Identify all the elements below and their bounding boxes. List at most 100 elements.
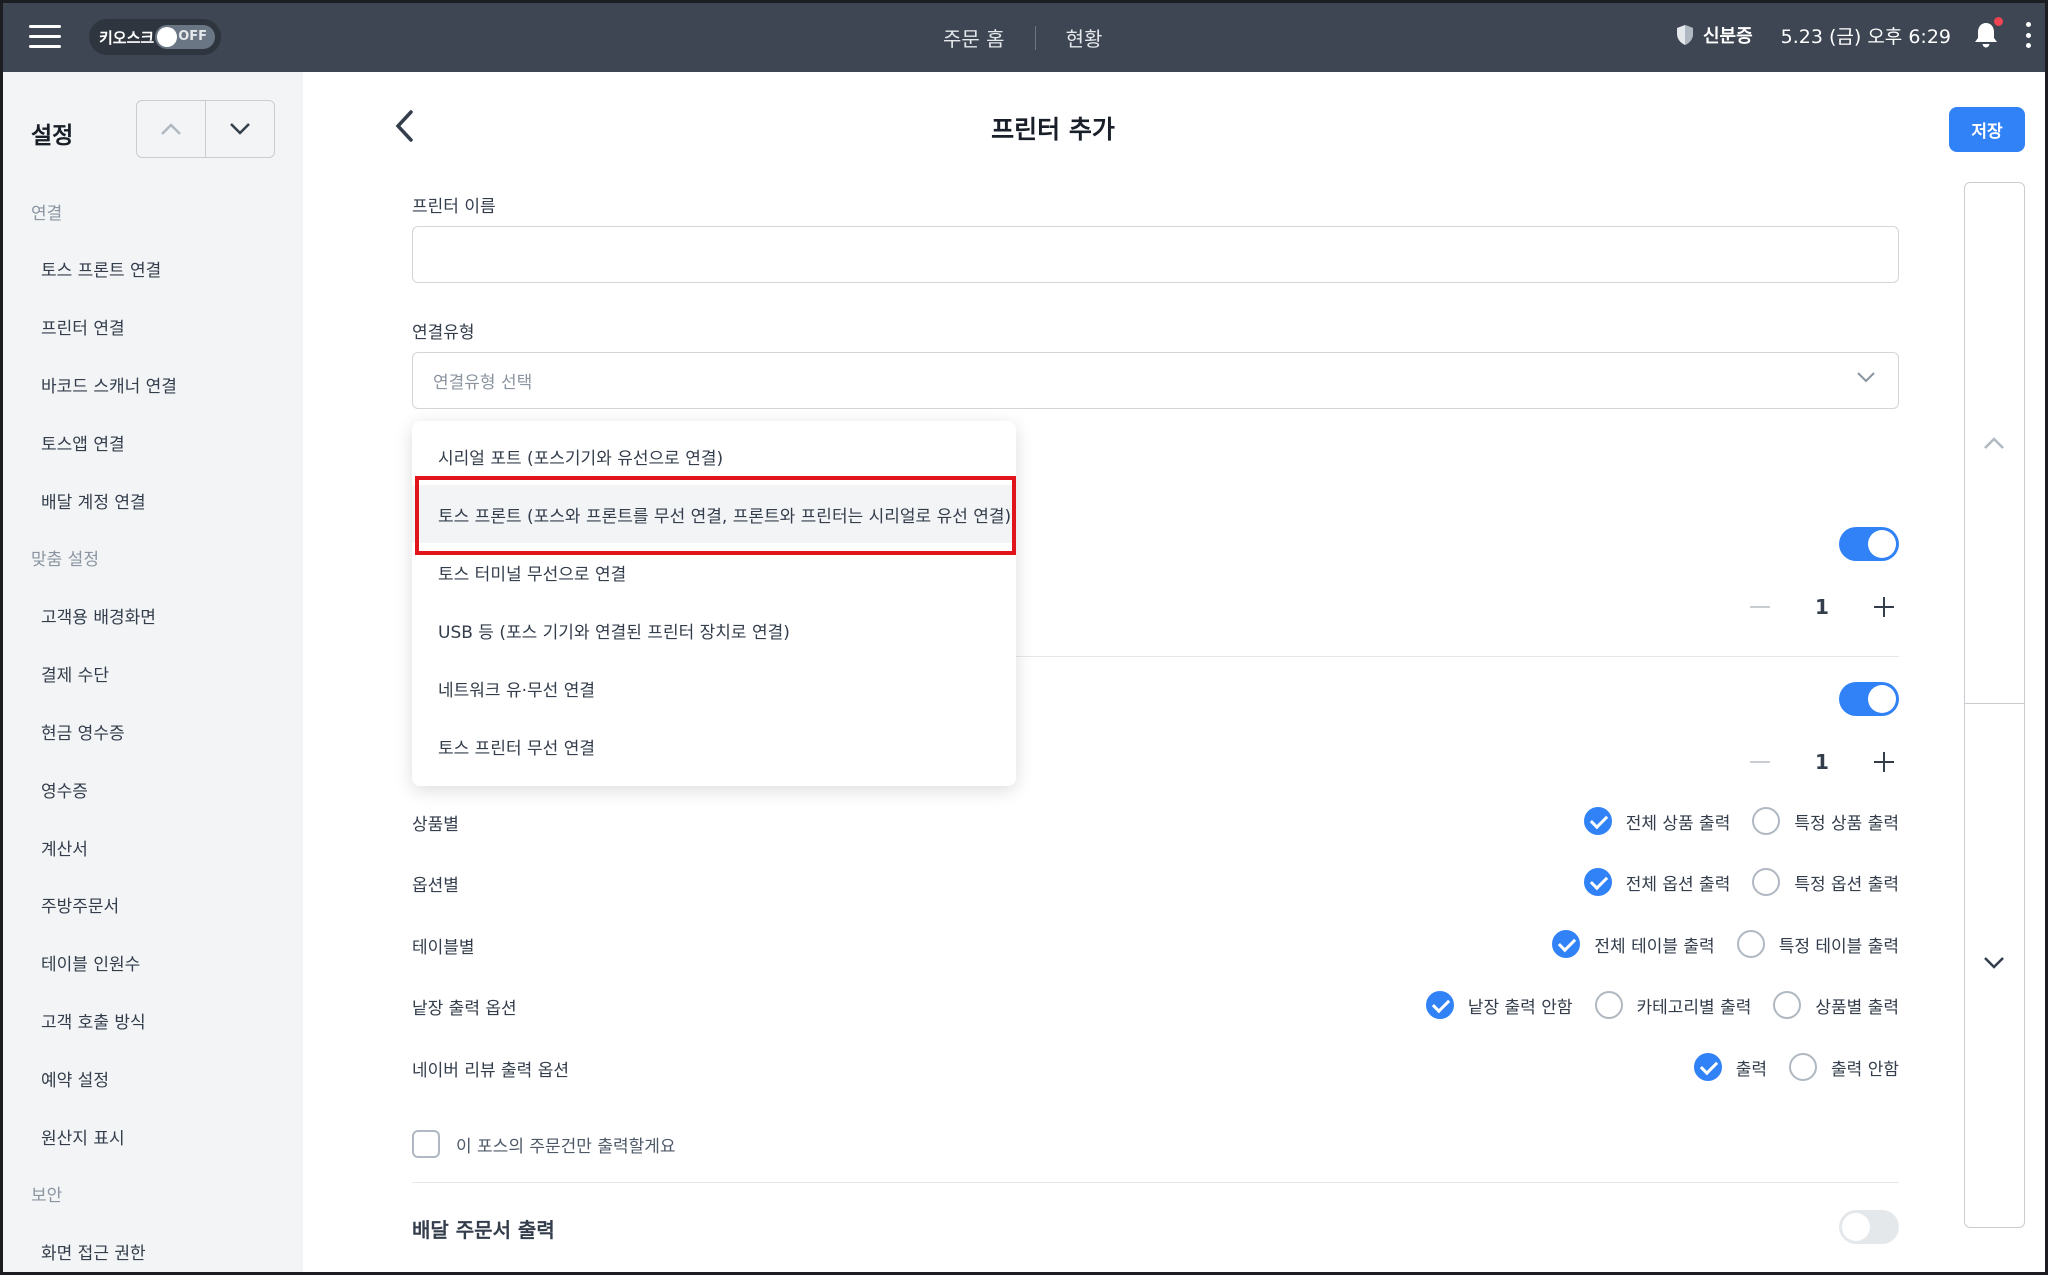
- dropdown-option-toss-front[interactable]: 토스 프론트 (포스와 프론트를 무선 연결, 프론트와 프린터는 시리얼로 유…: [412, 485, 1016, 543]
- radio-all-options[interactable]: 전체 옵션 출력: [1583, 868, 1730, 896]
- more-options-icon[interactable]: [2025, 22, 2031, 48]
- option-label: 낱장 출력 옵션: [412, 999, 517, 1019]
- sidebar-item-table-party-size[interactable]: 테이블 인원수: [3, 934, 303, 992]
- sidebar-item-invoice[interactable]: 계산서: [3, 818, 303, 876]
- notification-badge: [1994, 17, 2003, 26]
- kiosk-switch[interactable]: OFF: [155, 25, 215, 49]
- nav-divider: [1034, 25, 1036, 50]
- scroll-up-button[interactable]: [1983, 435, 2005, 454]
- nav-order-home[interactable]: 주문 홈: [943, 23, 1005, 52]
- datetime: 5.23 (금) 오후 6:29: [1780, 25, 1951, 48]
- radio-label: 특정 테이블 출력: [1778, 936, 1899, 957]
- kiosk-toggle-pill[interactable]: 키오스크 OFF: [89, 19, 221, 55]
- toggle-1[interactable]: [1839, 527, 1899, 561]
- radio-checked-icon: [1552, 930, 1581, 958]
- sidebar-up-button[interactable]: [137, 101, 206, 157]
- option-row-option: 옵션별 전체 옵션 출력 특정 옵션 출력: [412, 865, 1899, 899]
- connection-type-dropdown: 시리얼 포트 (포스기기와 유선으로 연결) 토스 프론트 (포스와 프론트를 …: [412, 421, 1016, 786]
- radio-by-category[interactable]: 카테고리별 출력: [1594, 991, 1751, 1019]
- radio-checked-icon: [1583, 868, 1612, 896]
- option-row-naver-review: 네이버 리뷰 출력 옵션 출력 출력 안함: [412, 1050, 1899, 1084]
- scroll-panel-divider: [1965, 703, 2024, 704]
- option-label: 테이블별: [412, 938, 475, 958]
- this-pos-only-label: 이 포스의 주문건만 출력할게요: [456, 1136, 676, 1157]
- delivery-order-toggle[interactable]: [1839, 1210, 1899, 1244]
- radio-by-product[interactable]: 상품별 출력: [1773, 991, 1899, 1019]
- radio-label: 상품별 출력: [1815, 997, 1899, 1018]
- sidebar-item-customer-wallpaper[interactable]: 고객용 배경화면: [3, 587, 303, 645]
- sidebar-title: 설정: [31, 123, 74, 149]
- dropdown-option-network[interactable]: 네트워크 유·무선 연결: [412, 659, 1016, 717]
- top-right-area: 신분증 5.23 (금) 오후 6:29: [1675, 17, 2031, 49]
- sidebar-item-screen-access[interactable]: 화면 접근 권한: [3, 1223, 303, 1272]
- radio-all-products[interactable]: 전체 상품 출력: [1583, 807, 1731, 835]
- connection-type-select[interactable]: 연결유형 선택: [412, 352, 1899, 409]
- kiosk-switch-knob: [157, 27, 177, 47]
- sidebar-item-kitchen-order[interactable]: 주방주문서: [3, 876, 303, 934]
- sidebar-item-customer-call[interactable]: 고객 호출 방식: [3, 992, 303, 1050]
- settings-sidebar: 설정 연결 토스 프론트 연결 프린터 연결 바코드 스캐너 연결 토스앱 연결…: [3, 72, 303, 1272]
- radio-label: 특정 옵션 출력: [1794, 874, 1899, 895]
- option-row-table: 테이블별 전체 테이블 출력 특정 테이블 출력: [412, 927, 1899, 961]
- dropdown-option-usb[interactable]: USB 등 (포스 기기와 연결된 프린터 장치로 연결): [412, 601, 1016, 659]
- dropdown-option-serial-port[interactable]: 시리얼 포트 (포스기기와 유선으로 연결): [412, 427, 1016, 485]
- shield-icon: [1676, 25, 1693, 45]
- id-verification-label: 신분증: [1702, 26, 1753, 47]
- sidebar-item-toss-app[interactable]: 토스앱 연결: [3, 413, 303, 471]
- option-row-single-sheet: 낱장 출력 옵션 낱장 출력 안함 카테고리별 출력 상품별 출력: [412, 988, 1899, 1022]
- menu-icon[interactable]: [29, 25, 61, 49]
- stepper-1-minus-button[interactable]: [1745, 592, 1775, 622]
- kiosk-state: OFF: [178, 29, 207, 44]
- sidebar-item-delivery-account[interactable]: 배달 계정 연결: [3, 471, 303, 529]
- stepper-1-plus-button[interactable]: [1869, 592, 1899, 622]
- chevron-down-icon: [1984, 957, 2004, 969]
- main-content: 프린터 추가 저장 프린터 이름 연결유형 연결유형 선택 1 1 상품별 전체…: [303, 72, 2045, 1272]
- stepper-2-minus-button[interactable]: [1745, 747, 1775, 777]
- stepper-2-plus-button[interactable]: [1869, 747, 1899, 777]
- sidebar-item-reservation[interactable]: 예약 설정: [3, 1049, 303, 1107]
- delivery-order-label: 배달 주문서 출력: [412, 1218, 555, 1242]
- radio-unchecked-icon: [1752, 868, 1781, 896]
- sidebar-item-barcode-scanner[interactable]: 바코드 스캐너 연결: [3, 356, 303, 414]
- radio-checked-icon: [1693, 1053, 1722, 1081]
- sidebar-list: 연결 토스 프론트 연결 프린터 연결 바코드 스캐너 연결 토스앱 연결 배달…: [3, 182, 303, 1272]
- radio-specific-products[interactable]: 특정 상품 출력: [1752, 807, 1899, 835]
- notification-bell-icon[interactable]: [1973, 17, 2003, 49]
- toggle-1-knob: [1868, 530, 1896, 558]
- stepper-2-value: 1: [1815, 750, 1829, 774]
- scroll-panel: [1964, 182, 2025, 1228]
- radio-specific-options[interactable]: 특정 옵션 출력: [1752, 868, 1899, 896]
- sidebar-item-toss-front[interactable]: 토스 프론트 연결: [3, 240, 303, 298]
- page-title: 프린터 추가: [991, 115, 1115, 144]
- sidebar-item-origin-display[interactable]: 원산지 표시: [3, 1107, 303, 1165]
- radio-all-tables[interactable]: 전체 테이블 출력: [1552, 930, 1715, 958]
- sidebar-item-cash-receipt[interactable]: 현금 영수증: [3, 703, 303, 761]
- connection-type-label: 연결유형: [412, 323, 475, 343]
- radio-no-print[interactable]: 출력 안함: [1789, 1053, 1899, 1081]
- radio-label: 출력: [1735, 1059, 1768, 1080]
- save-button[interactable]: 저장: [1949, 107, 2025, 152]
- sidebar-item-receipt[interactable]: 영수증: [3, 760, 303, 818]
- scroll-down-button[interactable]: [1983, 955, 2005, 974]
- sidebar-down-button[interactable]: [206, 101, 274, 157]
- dropdown-option-toss-terminal[interactable]: 토스 터미널 무선으로 연결: [412, 543, 1016, 601]
- radio-print[interactable]: 출력: [1693, 1053, 1768, 1081]
- sidebar-item-payment-methods[interactable]: 결제 수단: [3, 645, 303, 703]
- sidebar-section-custom: 맞춤 설정: [31, 550, 99, 571]
- this-pos-only-checkbox[interactable]: 이 포스의 주문건만 출력할게요: [412, 1130, 676, 1158]
- radio-label: 전체 상품 출력: [1625, 813, 1731, 834]
- toggle-2[interactable]: [1839, 682, 1899, 716]
- dropdown-option-toss-printer[interactable]: 토스 프린터 무선 연결: [412, 717, 1016, 775]
- printer-name-input[interactable]: [412, 226, 1899, 283]
- radio-checked-icon: [1425, 991, 1454, 1019]
- sidebar-section-security: 보안: [31, 1186, 63, 1207]
- radio-no-single-sheet[interactable]: 낱장 출력 안함: [1425, 991, 1573, 1019]
- toggle-2-knob: [1868, 685, 1896, 713]
- sidebar-item-printer[interactable]: 프린터 연결: [3, 298, 303, 356]
- id-verification-button[interactable]: 신분증: [1675, 22, 1753, 48]
- radio-specific-tables[interactable]: 특정 테이블 출력: [1736, 930, 1899, 958]
- kiosk-label: 키오스크: [99, 28, 155, 47]
- nav-status[interactable]: 현황: [1066, 23, 1103, 52]
- radio-checked-icon: [1583, 807, 1612, 835]
- chevron-up-icon: [1984, 437, 2004, 449]
